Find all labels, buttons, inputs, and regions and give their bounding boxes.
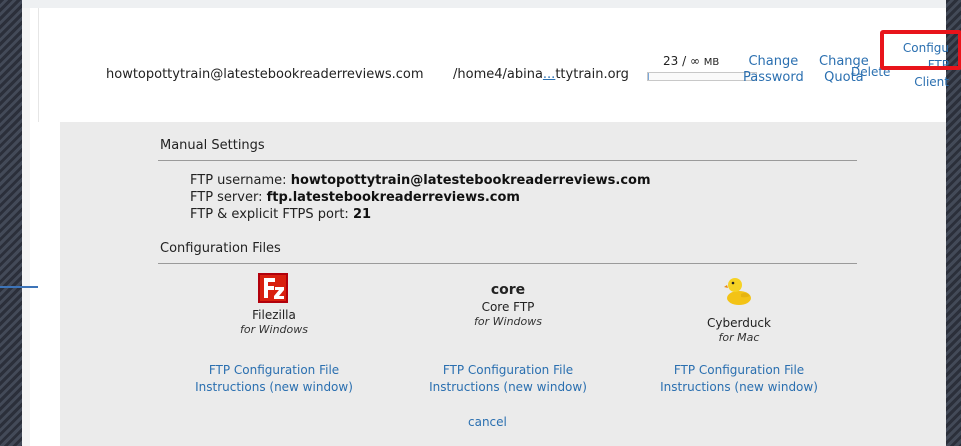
filezilla-platform: for Windows bbox=[240, 323, 308, 336]
configure-line1: Configu bbox=[902, 41, 949, 55]
ftp-server-label: FTP server: bbox=[190, 190, 263, 205]
ftp-username-line: FTP username: howtopottytrain@latesteboo… bbox=[190, 173, 651, 188]
configuration-files-divider bbox=[158, 263, 857, 264]
blue-divider bbox=[0, 286, 38, 288]
cancel-link[interactable]: cancel bbox=[468, 414, 507, 430]
coreftp-link-line2: Instructions (new window) bbox=[429, 380, 587, 394]
top-band bbox=[22, 0, 946, 8]
filezilla-config-file-link[interactable]: FTP Configuration File Instructions (new… bbox=[164, 362, 384, 396]
coreftp-platform: for Windows bbox=[474, 315, 542, 328]
ftp-server-line: FTP server: ftp.latestebookreaderreviews… bbox=[190, 190, 520, 205]
change-password-line2: Password bbox=[743, 70, 804, 85]
change-password-line1: Change bbox=[748, 54, 799, 69]
left-edge-strip bbox=[0, 0, 22, 446]
ftp-username-value: howtopottytrain@latestebookreaderreviews… bbox=[290, 173, 651, 188]
ftp-username-label: FTP username: bbox=[190, 173, 287, 188]
cyberduck-platform: for Mac bbox=[718, 331, 760, 344]
directory-expand-link[interactable]: ... bbox=[543, 67, 555, 82]
configure-line3: Client bbox=[914, 75, 949, 89]
coreftp-config-file-link[interactable]: FTP Configuration File Instructions (new… bbox=[398, 362, 618, 396]
quota-unit: MB bbox=[703, 57, 720, 68]
quota-progress-fill bbox=[648, 73, 650, 80]
ftp-port-label: FTP & explicit FTPS port: bbox=[190, 207, 349, 222]
quota-usage: 23 / ∞ MB bbox=[663, 54, 719, 68]
directory-start: /home4/abina bbox=[453, 67, 543, 82]
ftp-client-settings-panel: Manual Settings FTP username: howtopotty… bbox=[60, 122, 946, 446]
coreftp-link-line1: FTP Configuration File bbox=[442, 363, 574, 377]
account-email: howtopottytrain@latestebookreaderreviews… bbox=[106, 67, 424, 82]
cyberduck-icon bbox=[724, 274, 752, 306]
filezilla-link-line2: Instructions (new window) bbox=[195, 380, 353, 394]
ftp-server-value: ftp.latestebookreaderreviews.com bbox=[266, 190, 520, 205]
configure-ftp-client-link[interactable]: Configu FTP Client bbox=[891, 40, 949, 91]
filezilla-link-line1: FTP Configuration File bbox=[208, 363, 340, 377]
cyberduck-link-line1: FTP Configuration File bbox=[673, 363, 805, 377]
manual-settings-divider bbox=[158, 160, 857, 161]
coreftp-icon: core bbox=[490, 282, 526, 298]
quota-used: 23 / ∞ bbox=[663, 54, 700, 68]
manual-settings-title: Manual Settings bbox=[160, 138, 265, 153]
cyberduck-name: Cyberduck bbox=[707, 316, 771, 330]
quota-progress-bar bbox=[647, 72, 757, 81]
cyberduck-config-file-link[interactable]: FTP Configuration File Instructions (new… bbox=[629, 362, 849, 396]
directory-end: ttytrain.org bbox=[555, 67, 629, 82]
filezilla-icon bbox=[258, 273, 288, 303]
change-password-link[interactable]: Change Password bbox=[743, 54, 804, 86]
account-directory: /home4/abina...ttytrain.org bbox=[453, 67, 629, 82]
delete-link[interactable]: Delete bbox=[851, 64, 890, 80]
configure-line2: FTP bbox=[927, 58, 949, 72]
ftp-account-row: howtopottytrain@latestebookreaderreviews… bbox=[38, 8, 961, 122]
ftp-port-value: 21 bbox=[352, 207, 372, 222]
cyberduck-link-line2: Instructions (new window) bbox=[660, 380, 818, 394]
configuration-files-title: Configuration Files bbox=[160, 241, 281, 256]
coreftp-name: Core FTP bbox=[481, 300, 535, 314]
filezilla-name: Filezilla bbox=[252, 308, 296, 322]
ftp-port-line: FTP & explicit FTPS port: 21 bbox=[190, 207, 371, 222]
left-margin bbox=[22, 0, 30, 446]
